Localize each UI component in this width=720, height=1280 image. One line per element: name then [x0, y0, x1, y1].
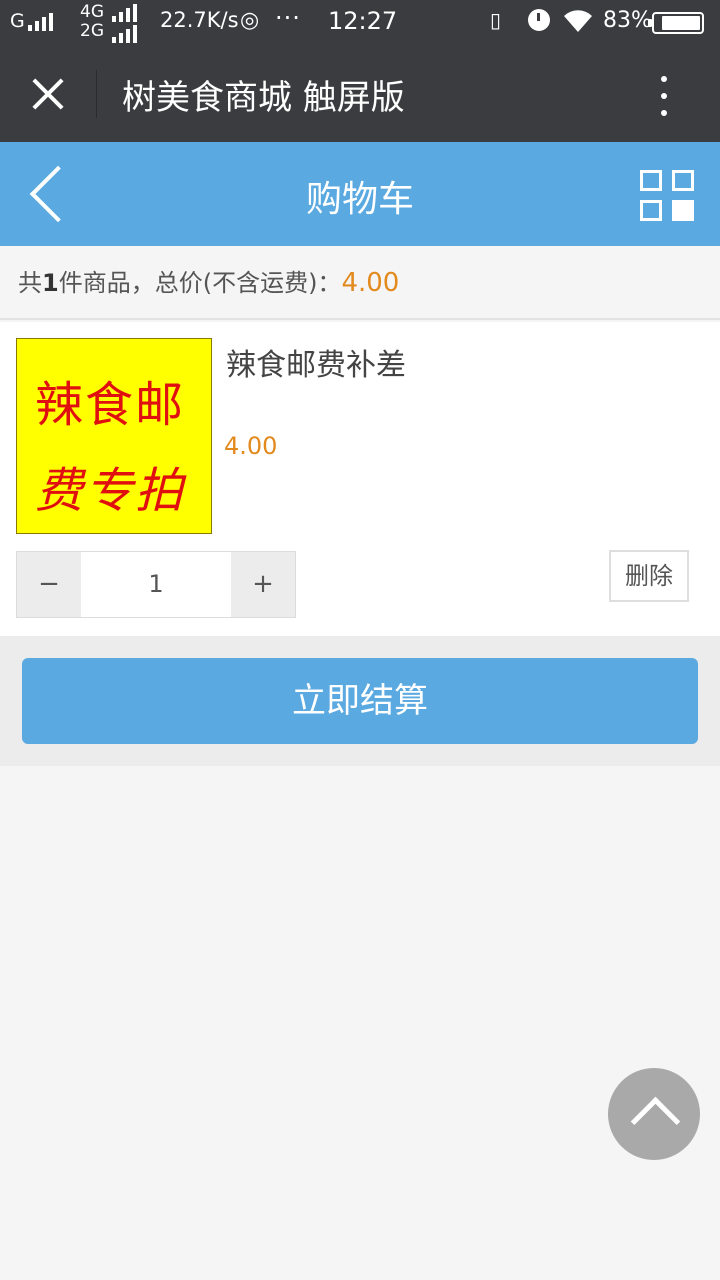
summary-middle: 件商品，总价(不含运费)：	[58, 269, 342, 297]
summary-prefix: 共	[18, 269, 42, 297]
title-divider	[96, 70, 97, 118]
status-bar: G 4G 2G 22.7K/s ◎ ··· 12:27 ▯ 83%	[0, 0, 720, 46]
network-type-bottom: 2G	[80, 21, 104, 41]
vibrate-icon: ▯	[490, 8, 502, 32]
checkout-button[interactable]: 立即结算	[22, 658, 698, 744]
app-title-bar: 树美食商城 触屏版	[0, 46, 720, 142]
alarm-icon	[528, 9, 550, 31]
wifi-icon	[564, 10, 592, 32]
product-price: 4.00	[224, 432, 278, 460]
chevron-up-icon[interactable]	[608, 1068, 700, 1160]
product-image-text: 辣食邮	[35, 377, 186, 433]
product-image[interactable]: 辣食邮 费专拍	[16, 338, 212, 534]
cart-summary: 共1件商品，总价(不含运费)：4.00	[0, 246, 720, 320]
network-speed: 22.7K/s	[160, 8, 239, 32]
carrier-label: G	[10, 10, 25, 32]
product-name[interactable]: 辣食邮费补差	[226, 340, 406, 384]
clock: 12:27	[328, 7, 398, 35]
close-icon[interactable]	[18, 64, 78, 124]
page-title: 购物车	[305, 179, 414, 220]
signal-icon-2g	[112, 25, 137, 43]
network-type-top: 4G	[80, 2, 104, 22]
battery-percent: 83%	[603, 8, 652, 33]
item-count: 1	[42, 269, 59, 297]
weibo-icon: ◎	[240, 8, 260, 33]
cart-item: 辣食邮 费专拍 辣食邮费补差 4.00 − + 删除	[0, 322, 720, 636]
page-header: 购物车	[0, 142, 720, 246]
quantity-stepper: − +	[16, 551, 296, 618]
delete-button[interactable]: 删除	[609, 550, 689, 602]
signal-icon	[28, 13, 53, 31]
app-title: 树美食商城 触屏版	[122, 78, 405, 118]
total-price: 4.00	[341, 268, 400, 298]
grid-icon[interactable]	[640, 170, 696, 222]
quantity-input[interactable]	[81, 552, 231, 617]
signal-icon-4g	[112, 4, 137, 22]
overflow-notifications-icon: ···	[275, 4, 301, 32]
network-type: 4G 2G	[80, 3, 104, 41]
checkout-area: 立即结算	[0, 636, 720, 766]
product-image-text: 费专拍	[35, 463, 186, 519]
more-vertical-icon[interactable]	[646, 68, 682, 124]
increase-quantity-button[interactable]: +	[231, 552, 295, 617]
decrease-quantity-button[interactable]: −	[17, 552, 81, 617]
battery-icon	[648, 12, 704, 34]
